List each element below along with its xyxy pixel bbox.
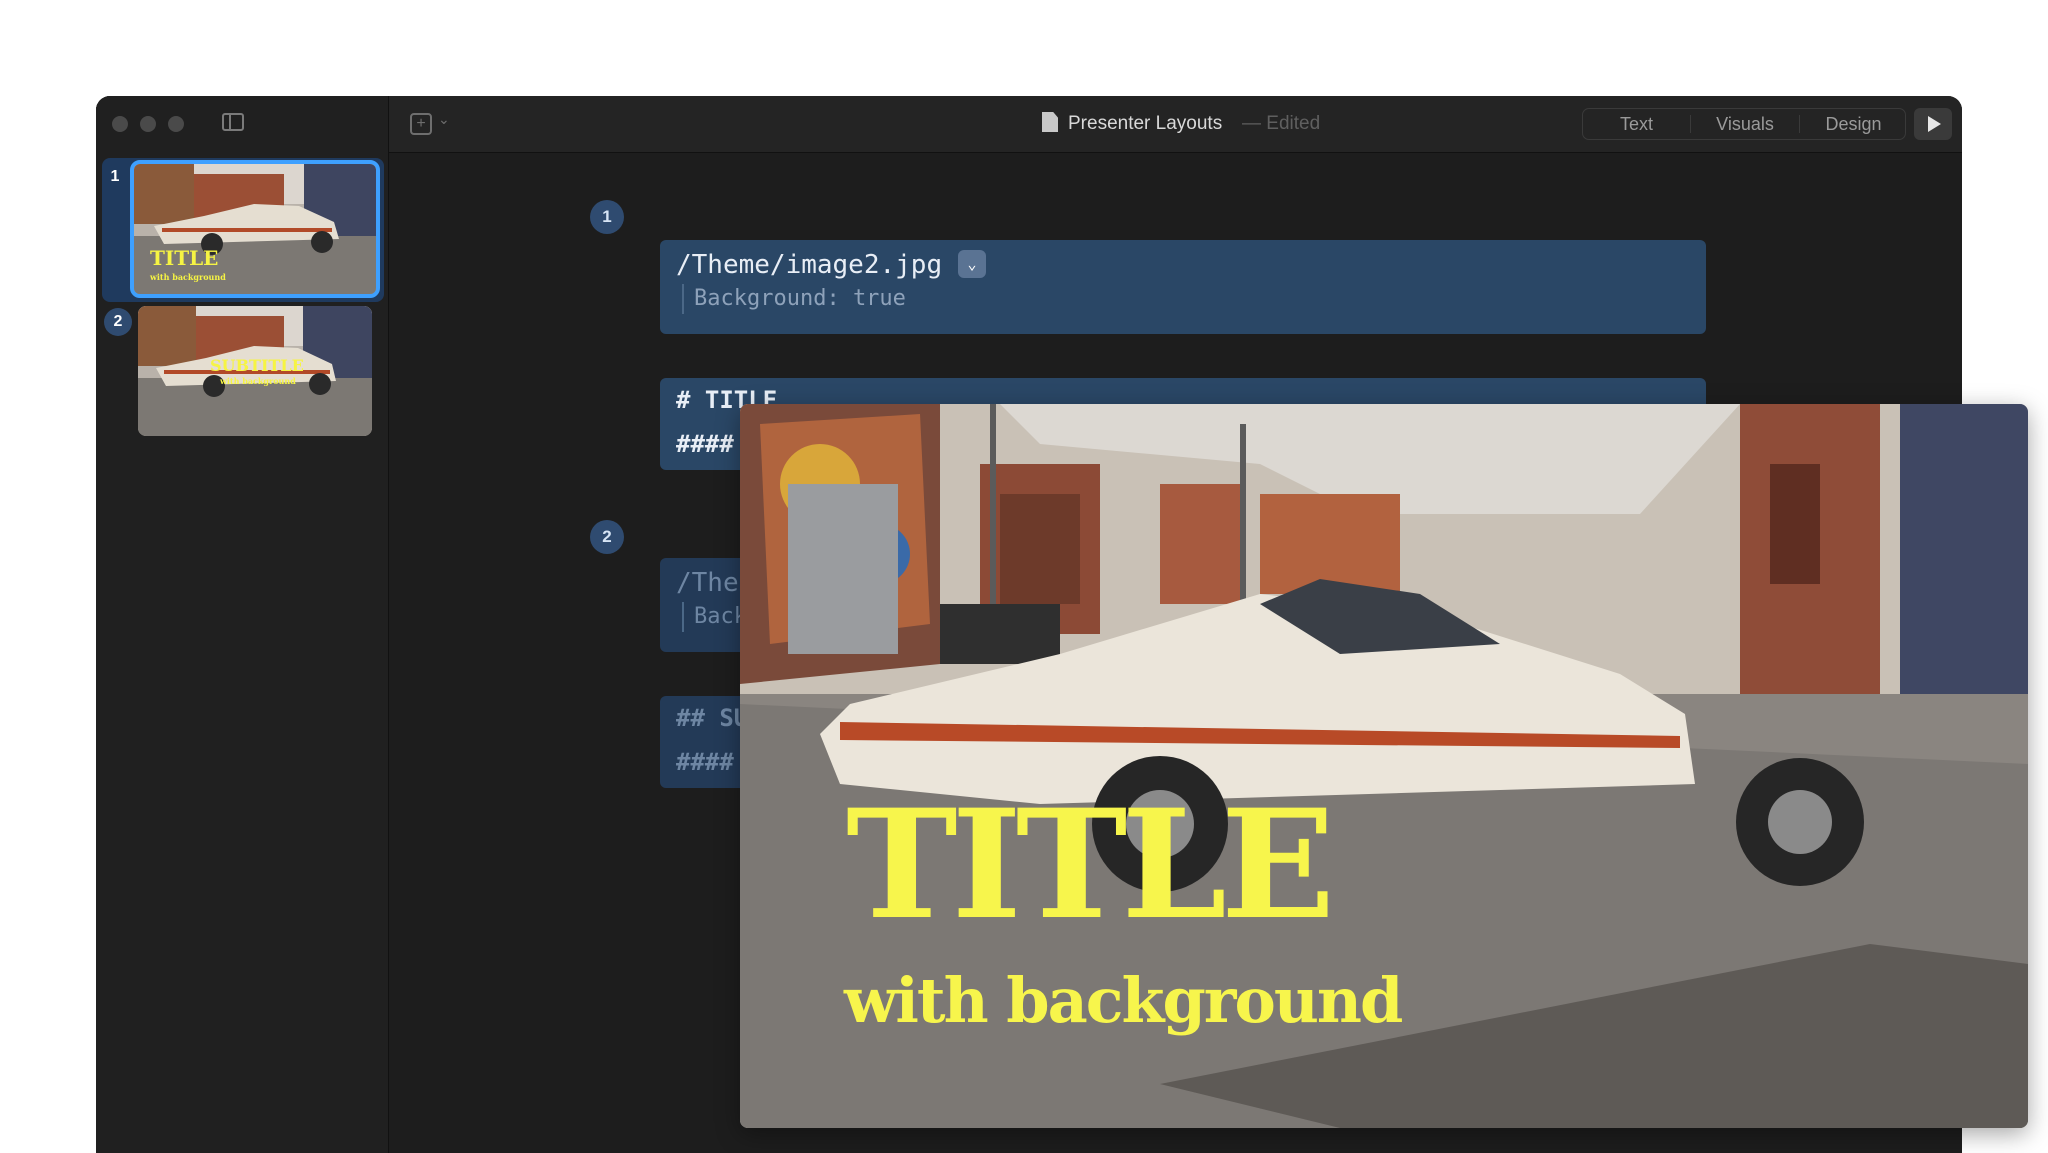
background-property: Background: true — [682, 284, 906, 314]
slide-thumbnail-2[interactable]: SUBTITLE with background — [138, 306, 372, 436]
preview-subtitle: with background — [844, 964, 1403, 1037]
document-icon — [1042, 112, 1058, 132]
image-path: /Theme/image2.jpg — [676, 250, 943, 280]
slide-number: 1 — [110, 168, 120, 185]
slide-number-badge: 2 — [590, 520, 624, 554]
slide-number-badge: 1 — [590, 200, 624, 234]
slide-preview: TITLE with background — [740, 404, 2028, 1128]
slide-thumbnail-1[interactable]: TITLE with background — [130, 160, 380, 298]
slide-navigator: 1 TITLE with background 2 SUBTITLE with … — [96, 96, 389, 1153]
slide-thumbnail-title: SUBTITLE — [210, 356, 304, 375]
view-mode-segmented-control: Text Visuals Design — [1582, 108, 1906, 140]
document-status: — Edited — [1242, 113, 1321, 134]
image-block[interactable]: /Theme/image2.jpg ⌄ Background: true — [660, 240, 1706, 334]
tab-design[interactable]: Design — [1800, 109, 1907, 139]
background-property: Back — [682, 602, 747, 632]
slide-thumbnail-subtitle: with background — [150, 272, 226, 282]
markdown-subheading-line: #### — [676, 430, 734, 458]
insert-slide-button[interactable]: + — [410, 113, 432, 135]
document-title: Presenter Layouts — [1068, 113, 1223, 134]
slide-thumbnail-row-2[interactable]: 2 SUBTITLE with background — [104, 302, 384, 442]
preview-title: TITLE — [846, 777, 1335, 953]
zoom-window-button[interactable] — [168, 116, 184, 132]
close-window-button[interactable] — [112, 116, 128, 132]
play-icon[interactable] — [1914, 108, 1952, 140]
sidebar-toggle-icon[interactable] — [222, 113, 244, 131]
tab-visuals[interactable]: Visuals — [1691, 109, 1799, 139]
slide-thumbnail-title: TITLE — [150, 246, 219, 270]
markdown-heading-line: ## SU — [676, 704, 749, 732]
slide-number: 2 — [104, 308, 132, 336]
minimize-window-button[interactable] — [140, 116, 156, 132]
chevron-down-icon[interactable]: ⌄ — [958, 250, 986, 278]
slide-thumbnail-row-1[interactable]: 1 TITLE with background — [102, 158, 384, 302]
chevron-down-icon[interactable]: ⌄ — [438, 111, 450, 128]
slide-thumbnail-subtitle: with background — [220, 376, 296, 386]
markdown-subheading-line: #### — [676, 748, 734, 776]
tab-text[interactable]: Text — [1583, 109, 1690, 139]
